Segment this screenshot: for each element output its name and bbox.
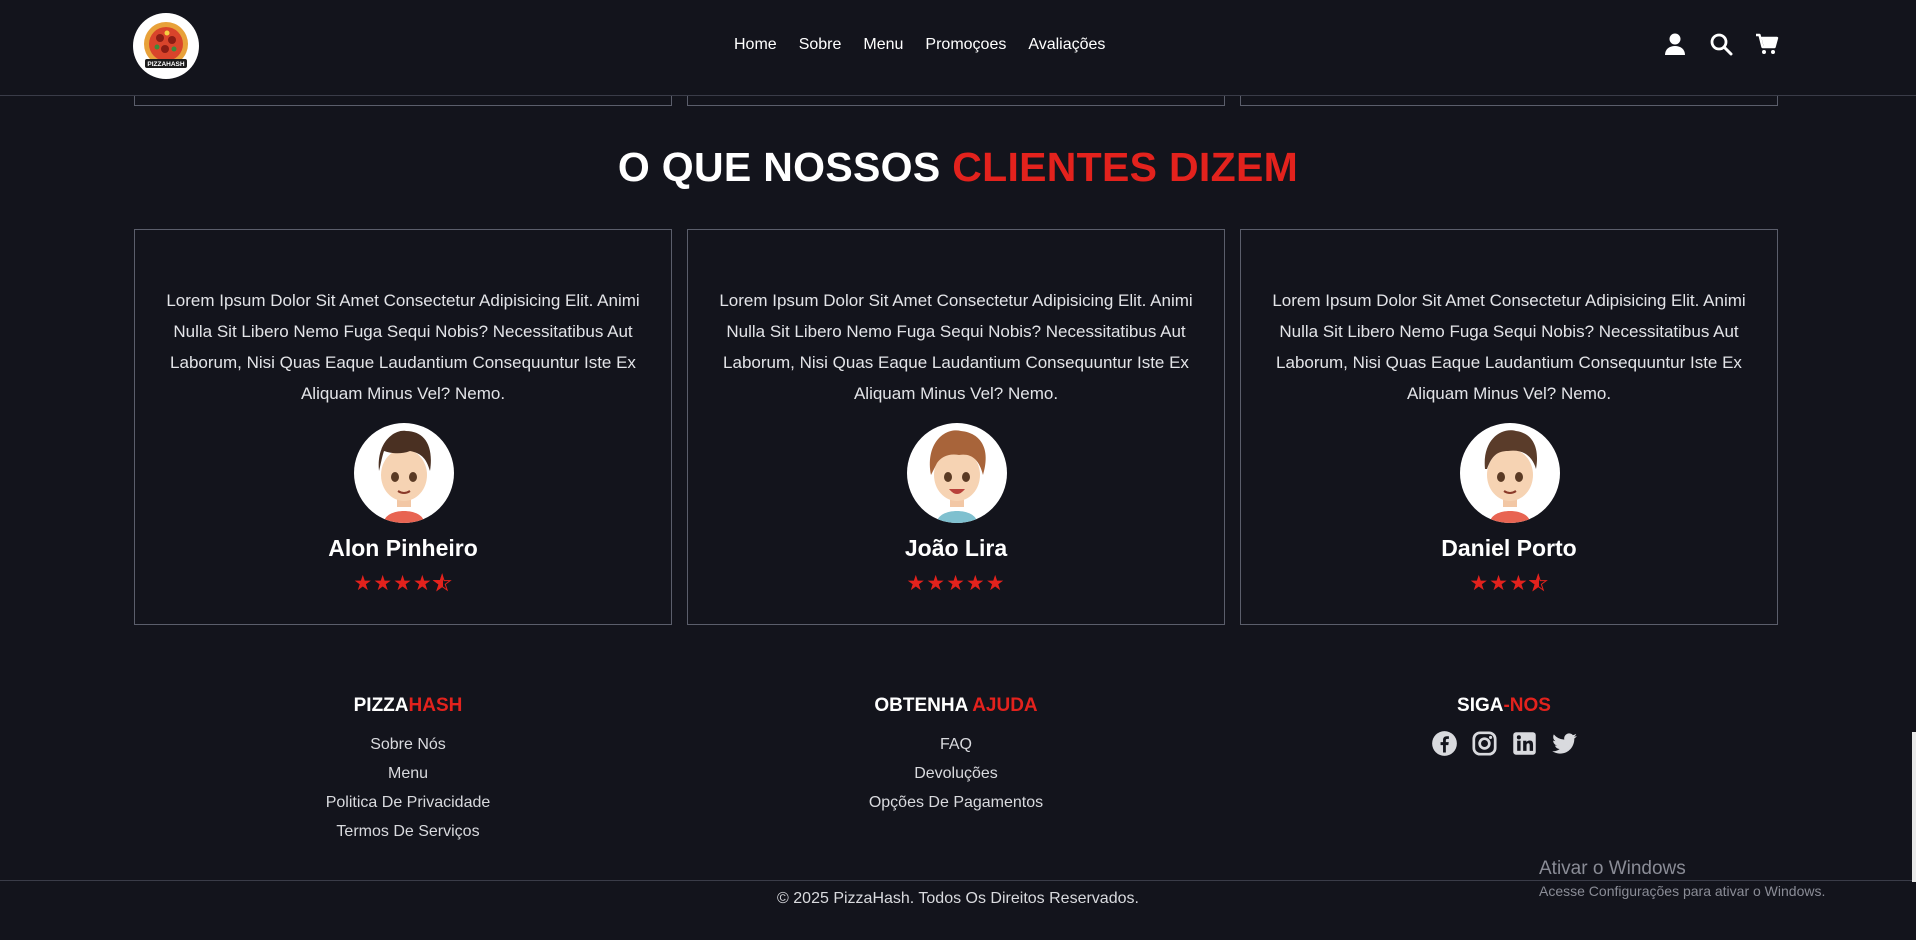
avatar [907,423,1007,523]
rating-stars: ★★★★★ [353,572,453,596]
footer-col-title: SIGA-NOS [1304,695,1704,717]
testimonial-card: Lorem Ipsum Dolor Sit Amet Consectetur A… [134,229,672,625]
customer-name: Daniel Porto [1441,535,1577,561]
footer-link-faq[interactable]: FAQ [756,730,1156,759]
footer-link-pagamentos[interactable]: Opções De Pagamentos [756,788,1156,817]
title-white-part: PIZZA [353,695,409,716]
nav-sobre[interactable]: Sobre [799,36,842,54]
nav-home[interactable]: Home [734,36,777,54]
social-links [1304,730,1704,757]
footer-link-privacidade[interactable]: Politica De Privacidade [208,788,608,817]
main-nav: Home Sobre Menu Promoçoes Avaliações [734,36,1105,54]
testimonial-quote: Lorem Ipsum Dolor Sit Amet Consectetur A… [1272,291,1746,403]
footer-link-menu[interactable]: Menu [208,759,608,788]
windows-activation-subtitle: Acesse Configurações para ativar o Windo… [1539,883,1826,899]
nav-menu[interactable]: Menu [863,36,903,54]
site-header: PIZZAHASH Home Sobre Menu Promoçoes Aval… [0,0,1916,96]
avatar [354,423,454,523]
linkedin-icon[interactable] [1511,730,1538,757]
testimonials-title: O QUE NOSSOS CLIENTES DIZEM [0,144,1916,191]
title-red-part: HASH [408,695,463,716]
testimonial-card: Lorem Ipsum Dolor Sit Amet Consectetur A… [1240,229,1778,625]
footer-col-siga-nos: SIGA-NOS [1304,695,1704,757]
logo[interactable]: PIZZAHASH [133,13,199,79]
twitter-icon[interactable] [1551,730,1578,757]
title-red-part: CLIENTES DIZEM [952,144,1299,190]
testimonial-card: Lorem Ipsum Dolor Sit Amet Consectetur A… [687,229,1225,625]
header-actions [1663,32,1779,56]
testimonial-quote: Lorem Ipsum Dolor Sit Amet Consectetur A… [719,291,1193,403]
rating-stars: ★★★★ [1469,572,1549,596]
nav-avaliacoes[interactable]: Avaliações [1028,36,1105,54]
user-icon[interactable] [1663,32,1687,56]
cart-icon[interactable] [1755,32,1779,56]
customer-name: João Lira [904,535,1008,561]
svg-text:PIZZAHASH: PIZZAHASH [147,61,185,68]
rating-stars: ★★★★★ [906,572,1006,595]
nav-promocoes[interactable]: Promoçoes [925,36,1006,54]
scrollbar-edge[interactable] [1912,732,1916,882]
testimonial-quote: Lorem Ipsum Dolor Sit Amet Consectetur A… [166,291,640,403]
footer-link-termos[interactable]: Termos De Serviços [208,817,608,846]
title-white-part: SIGA [1457,695,1504,716]
title-white-part: OBTENHA [874,695,968,716]
avatar [1460,423,1560,523]
title-red-part: AJUDA [972,695,1038,716]
customer-name: Alon Pinheiro [328,535,478,561]
footer-col-title: PIZZAHASH [208,695,608,717]
search-icon[interactable] [1709,32,1733,56]
title-red-part: -NOS [1503,695,1551,716]
windows-activation-title: Ativar o Windows [1539,858,1686,879]
footer-divider [0,880,1916,881]
facebook-icon[interactable] [1431,730,1458,757]
instagram-icon[interactable] [1471,730,1498,757]
title-white-part: O QUE NOSSOS [617,144,941,190]
footer-col-pizzahash: PIZZAHASH Sobre Nós Menu Politica De Pri… [208,695,608,846]
footer-col-title: OBTENHA AJUDA [756,695,1156,717]
footer-link-devolucoes[interactable]: Devoluções [756,759,1156,788]
footer-link-sobre-nos[interactable]: Sobre Nós [208,730,608,759]
footer-col-ajuda: OBTENHA AJUDA FAQ Devoluções Opções De P… [756,695,1156,817]
